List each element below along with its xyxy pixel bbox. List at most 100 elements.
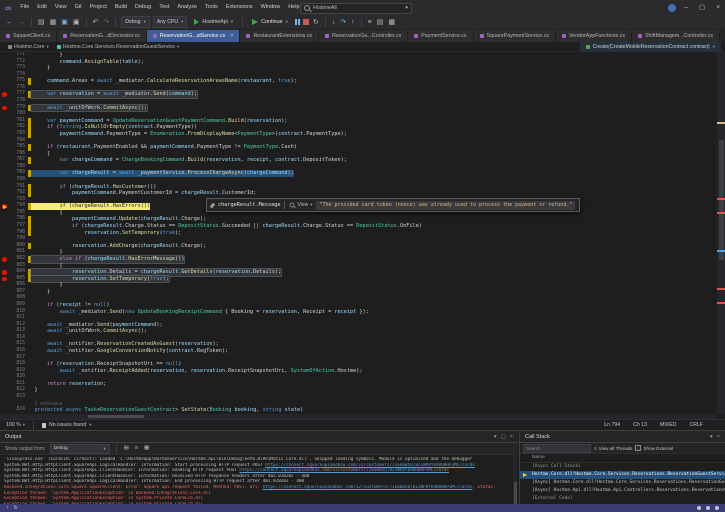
breakpoint-gutter[interactable] xyxy=(0,236,9,243)
minimize-button[interactable]: – xyxy=(681,0,691,15)
breakpoint-gutter[interactable] xyxy=(0,276,9,283)
breakpoint-icon[interactable] xyxy=(2,277,7,282)
breakpoint-gutter[interactable] xyxy=(0,144,9,151)
breakpoint-gutter[interactable] xyxy=(0,170,9,177)
tab-PaymentService.cs[interactable]: PaymentService.cs xyxy=(408,30,473,42)
tab-SquareClient.cs[interactable]: SquareClient.cs xyxy=(0,30,57,42)
menu-window[interactable]: Window xyxy=(257,0,285,15)
step-over-button[interactable]: ↷ xyxy=(339,15,347,30)
breakpoint-gutter[interactable] xyxy=(0,328,9,335)
menu-build[interactable]: Build xyxy=(111,0,131,15)
code-line[interactable]: 804 reservation.Details = chargeResult.G… xyxy=(0,269,717,276)
scrollbar-thumb[interactable] xyxy=(514,482,517,504)
avatar[interactable] xyxy=(668,4,676,12)
editor-vertical-scrollbar[interactable] xyxy=(717,52,725,414)
tab-ShiftManagem...Controller.cs[interactable]: ShiftManagem...Controller.cs xyxy=(632,30,720,42)
code-line[interactable]: 797 if (chargeResult.Charge.Status == De… xyxy=(0,223,717,230)
code-line[interactable]: 807 } xyxy=(0,289,717,296)
callstack-frame[interactable]: [Async Call Stack] xyxy=(520,463,725,471)
breakpoint-gutter[interactable] xyxy=(0,197,9,204)
breakpoint-gutter[interactable] xyxy=(0,177,9,184)
step-into-button[interactable]: ↓ xyxy=(331,15,337,30)
breakpoint-gutter[interactable] xyxy=(0,309,9,316)
output-log[interactable]: 'iisexpress.exe' (CoreCLR: clrhost): Loa… xyxy=(0,455,518,507)
code-line[interactable]: 796 paymentCommand.Update(chargeResult.C… xyxy=(0,216,717,223)
breakpoint-gutter[interactable] xyxy=(0,256,9,263)
breakpoint-gutter[interactable] xyxy=(0,124,9,131)
code-line[interactable]: 782 if (!string.IsNullOrEmpty(contract.P… xyxy=(0,124,717,131)
code-line[interactable]: 798 reservation.SetTemporary(true); xyxy=(0,230,717,237)
breakpoint-icon[interactable] xyxy=(2,106,7,111)
breakpoint-gutter[interactable] xyxy=(0,381,9,388)
maximize-button[interactable]: ▢ xyxy=(696,0,708,15)
breakpoint-gutter[interactable] xyxy=(0,111,9,118)
continue-button[interactable]: Continue ▾ xyxy=(248,16,292,28)
menu-file[interactable]: File xyxy=(16,0,33,15)
code-line[interactable]: 784 xyxy=(0,138,717,145)
chevron-down-icon[interactable]: ▾ xyxy=(494,434,497,440)
code-line[interactable]: 785 if (restaurant.PaymentEnabled && pay… xyxy=(0,144,717,151)
chevron-down-icon[interactable]: ▾ xyxy=(405,5,408,11)
callstack-frame[interactable]: [Async] Hostme.Core.dll!Hostme.Core.Serv… xyxy=(520,479,725,487)
code-line[interactable]: 786 { xyxy=(0,151,717,158)
menu-debug[interactable]: Debug xyxy=(131,0,155,15)
type-dropdown[interactable]: Hostme.Core.Services.ReservationGuestSer… xyxy=(53,44,183,50)
code-line[interactable]: 787 var chargeCommand = ChargeBookingCom… xyxy=(0,157,717,164)
breakpoint-gutter[interactable] xyxy=(0,164,9,171)
code-line[interactable]: 774 xyxy=(0,72,717,79)
tab-SquarePaymentService.cs[interactable]: SquarePaymentService.cs xyxy=(474,30,556,42)
tab-RestaurantExtensions.cs[interactable]: RestaurantExtensions.cs xyxy=(240,30,319,42)
breakpoint-gutter[interactable] xyxy=(0,282,9,289)
breakpoint-gutter[interactable] xyxy=(0,263,9,270)
code-line[interactable]: 810 await _mediator.Send(new UpdateBooki… xyxy=(0,309,717,316)
close-button[interactable]: × xyxy=(713,0,723,15)
datatip-expression[interactable]: chargeResult.Message xyxy=(218,202,280,208)
code-line[interactable]: 773 } xyxy=(0,65,717,72)
breakpoint-gutter[interactable] xyxy=(0,151,9,158)
solution-config-select[interactable]: Debug ▾ xyxy=(121,16,150,28)
code-line[interactable]: 788 xyxy=(0,164,717,171)
breakpoint-gutter[interactable] xyxy=(0,52,9,59)
save-all-button[interactable]: ▣ xyxy=(72,15,81,30)
indent-indicator[interactable]: MIXED xyxy=(660,422,676,428)
breakpoint-icon[interactable] xyxy=(2,257,7,262)
breakpoint-gutter[interactable] xyxy=(0,348,9,355)
navigate-back-button[interactable]: ← xyxy=(5,15,14,30)
tab-ReservationG...dDecorator.cs[interactable]: ReservationG...dDecorator.cs xyxy=(57,30,146,42)
code-line[interactable]: 808 xyxy=(0,295,717,302)
code-line[interactable]: 772 command.AssignTable(table); xyxy=(0,59,717,66)
breakpoint-gutter[interactable] xyxy=(0,230,9,237)
line-indicator[interactable]: Ln 794 xyxy=(604,422,620,428)
redo-button[interactable]: ↷ xyxy=(102,15,110,30)
breakpoint-gutter[interactable] xyxy=(0,407,9,414)
breakpoint-gutter[interactable] xyxy=(0,131,9,138)
output-panel-header[interactable]: Output ▾ ▢ × xyxy=(0,431,518,443)
output-source-select[interactable]: Debug ▾ xyxy=(50,444,110,454)
callstack-search-input[interactable] xyxy=(523,444,591,453)
code-line[interactable]: 815 await _notifier.ReservationCreatedAs… xyxy=(0,341,717,348)
code-line[interactable]: 780 xyxy=(0,111,717,118)
code-line[interactable]: 818 if (reservation.ReceiptSnapshotUri =… xyxy=(0,361,717,368)
code-line[interactable]: 806 } xyxy=(0,282,717,289)
startup-project-select[interactable]: HostmeApi ▾ xyxy=(190,16,237,28)
tab-ReservationG...stService.cs[interactable]: ReservationG...stService.cs× xyxy=(147,30,241,42)
notification-icon[interactable] xyxy=(697,506,701,510)
break-all-button[interactable] xyxy=(295,19,300,25)
datatip-view-control[interactable]: View ▾ xyxy=(289,202,312,208)
code-line[interactable]: 809 if (receipt != null) xyxy=(0,302,717,309)
code-line[interactable]: 817 xyxy=(0,355,717,362)
code-line[interactable]: 771 } xyxy=(0,52,717,59)
breakpoint-gutter[interactable] xyxy=(0,85,9,92)
code-line[interactable]: 776 xyxy=(0,85,717,92)
code-line[interactable]: 779 await _unitOfWork.CommitAsync(); xyxy=(0,105,717,112)
code-line[interactable]: 778 xyxy=(0,98,717,105)
close-tab-icon[interactable]: × xyxy=(230,33,233,39)
menu-edit[interactable]: Edit xyxy=(33,0,50,15)
menu-tools[interactable]: Tools xyxy=(201,0,222,15)
breakpoint-gutter[interactable] xyxy=(0,59,9,66)
breakpoint-gutter[interactable] xyxy=(0,78,9,85)
search-box[interactable]: HostmeAll ▾ xyxy=(300,3,412,14)
breakpoint-gutter[interactable] xyxy=(0,210,9,217)
toolbox-button[interactable]: ▤ xyxy=(376,15,385,30)
breakpoint-gutter[interactable] xyxy=(0,91,9,98)
